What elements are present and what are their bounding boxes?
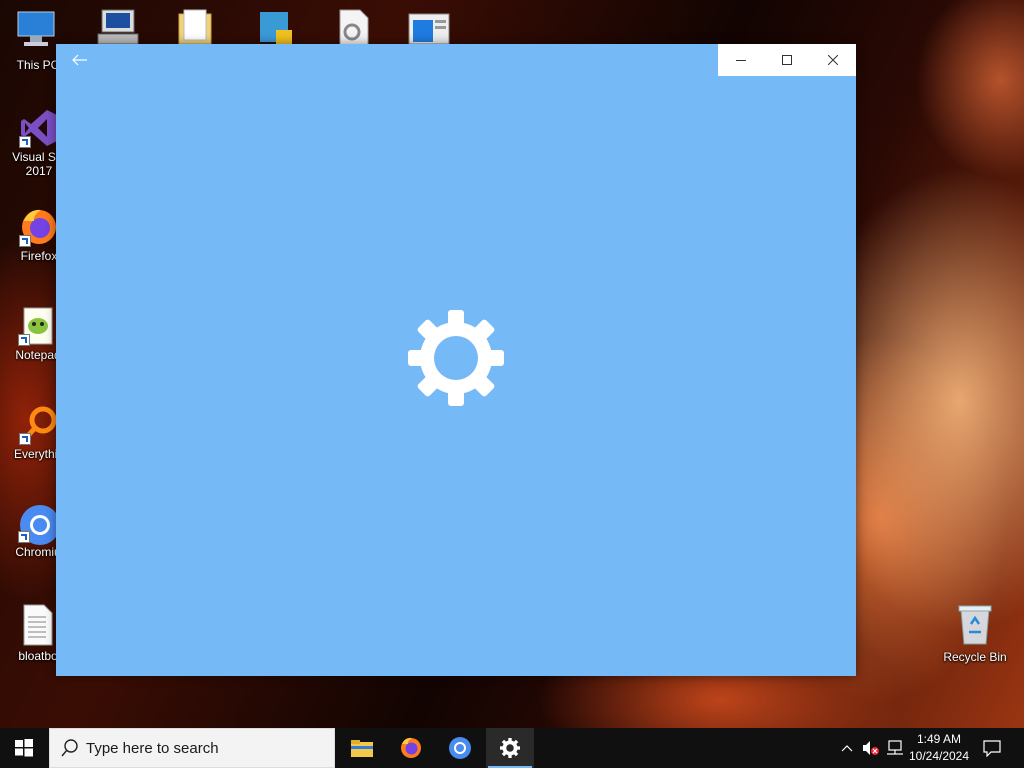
maximize-icon (782, 55, 792, 65)
close-icon (828, 55, 838, 65)
start-button[interactable] (0, 728, 48, 768)
taskbar: Type here to search 1:49 AM 10/24/2024 (0, 728, 1024, 768)
gear-icon (408, 310, 504, 406)
recycle-bin-icon (958, 605, 992, 645)
windows-logo-icon (15, 739, 33, 757)
maximize-button[interactable] (764, 44, 810, 76)
desktop-icon-top-2[interactable] (96, 8, 140, 48)
clock[interactable]: 1:49 AM 10/24/2024 (908, 731, 970, 765)
volume-button[interactable] (860, 728, 882, 768)
caption-buttons (718, 44, 856, 76)
taskbar-app-settings[interactable] (486, 728, 534, 768)
minimize-icon (736, 60, 746, 61)
search-placeholder: Type here to search (86, 739, 219, 757)
settings-file-icon (339, 9, 369, 47)
shortcut-arrow-icon (18, 334, 30, 346)
settings-window[interactable] (56, 44, 856, 676)
gear-icon (500, 738, 520, 758)
taskbar-app-file-explorer[interactable] (338, 728, 386, 768)
taskbar-app-firefox[interactable] (387, 728, 435, 768)
desktop-icon-top-5[interactable] (334, 8, 374, 48)
volume-muted-icon (863, 741, 879, 755)
action-center-button[interactable] (978, 728, 1006, 768)
shortcut-arrow-icon (19, 136, 31, 148)
folder-icon (351, 740, 373, 757)
chromium-icon (449, 737, 471, 759)
window-icon (408, 13, 450, 45)
search-icon (61, 739, 78, 757)
desktop-icon-label: Recycle Bin (943, 650, 1007, 664)
shortcut-arrow-icon (18, 531, 30, 543)
network-icon (887, 740, 903, 755)
back-button[interactable] (56, 44, 104, 76)
shortcut-arrow-icon (19, 433, 31, 445)
show-hidden-icons-button[interactable] (838, 728, 856, 768)
notification-icon (983, 740, 1001, 757)
taskbar-app-chromium[interactable] (436, 728, 484, 768)
clock-time: 1:49 AM (916, 732, 962, 746)
desktop-icon-recycle-bin[interactable]: Recycle Bin (940, 602, 1010, 664)
network-button[interactable] (884, 728, 906, 768)
network-computer-icon (97, 9, 139, 45)
clock-date: 10/24/2024 (908, 749, 970, 763)
search-box[interactable]: Type here to search (49, 728, 335, 768)
text-file-icon (23, 604, 53, 646)
arrow-left-icon (72, 54, 87, 66)
folder-icon (178, 9, 212, 45)
desktop-icon-top-6[interactable] (408, 12, 452, 48)
control-panel-icon (260, 12, 292, 44)
close-button[interactable] (810, 44, 856, 76)
shortcut-arrow-icon (19, 235, 31, 247)
chevron-up-icon (841, 745, 853, 752)
firefox-icon (401, 737, 421, 758)
desktop-icon-top-3[interactable] (176, 8, 216, 48)
desktop-icon-top-4[interactable] (256, 8, 296, 48)
minimize-button[interactable] (718, 44, 764, 76)
